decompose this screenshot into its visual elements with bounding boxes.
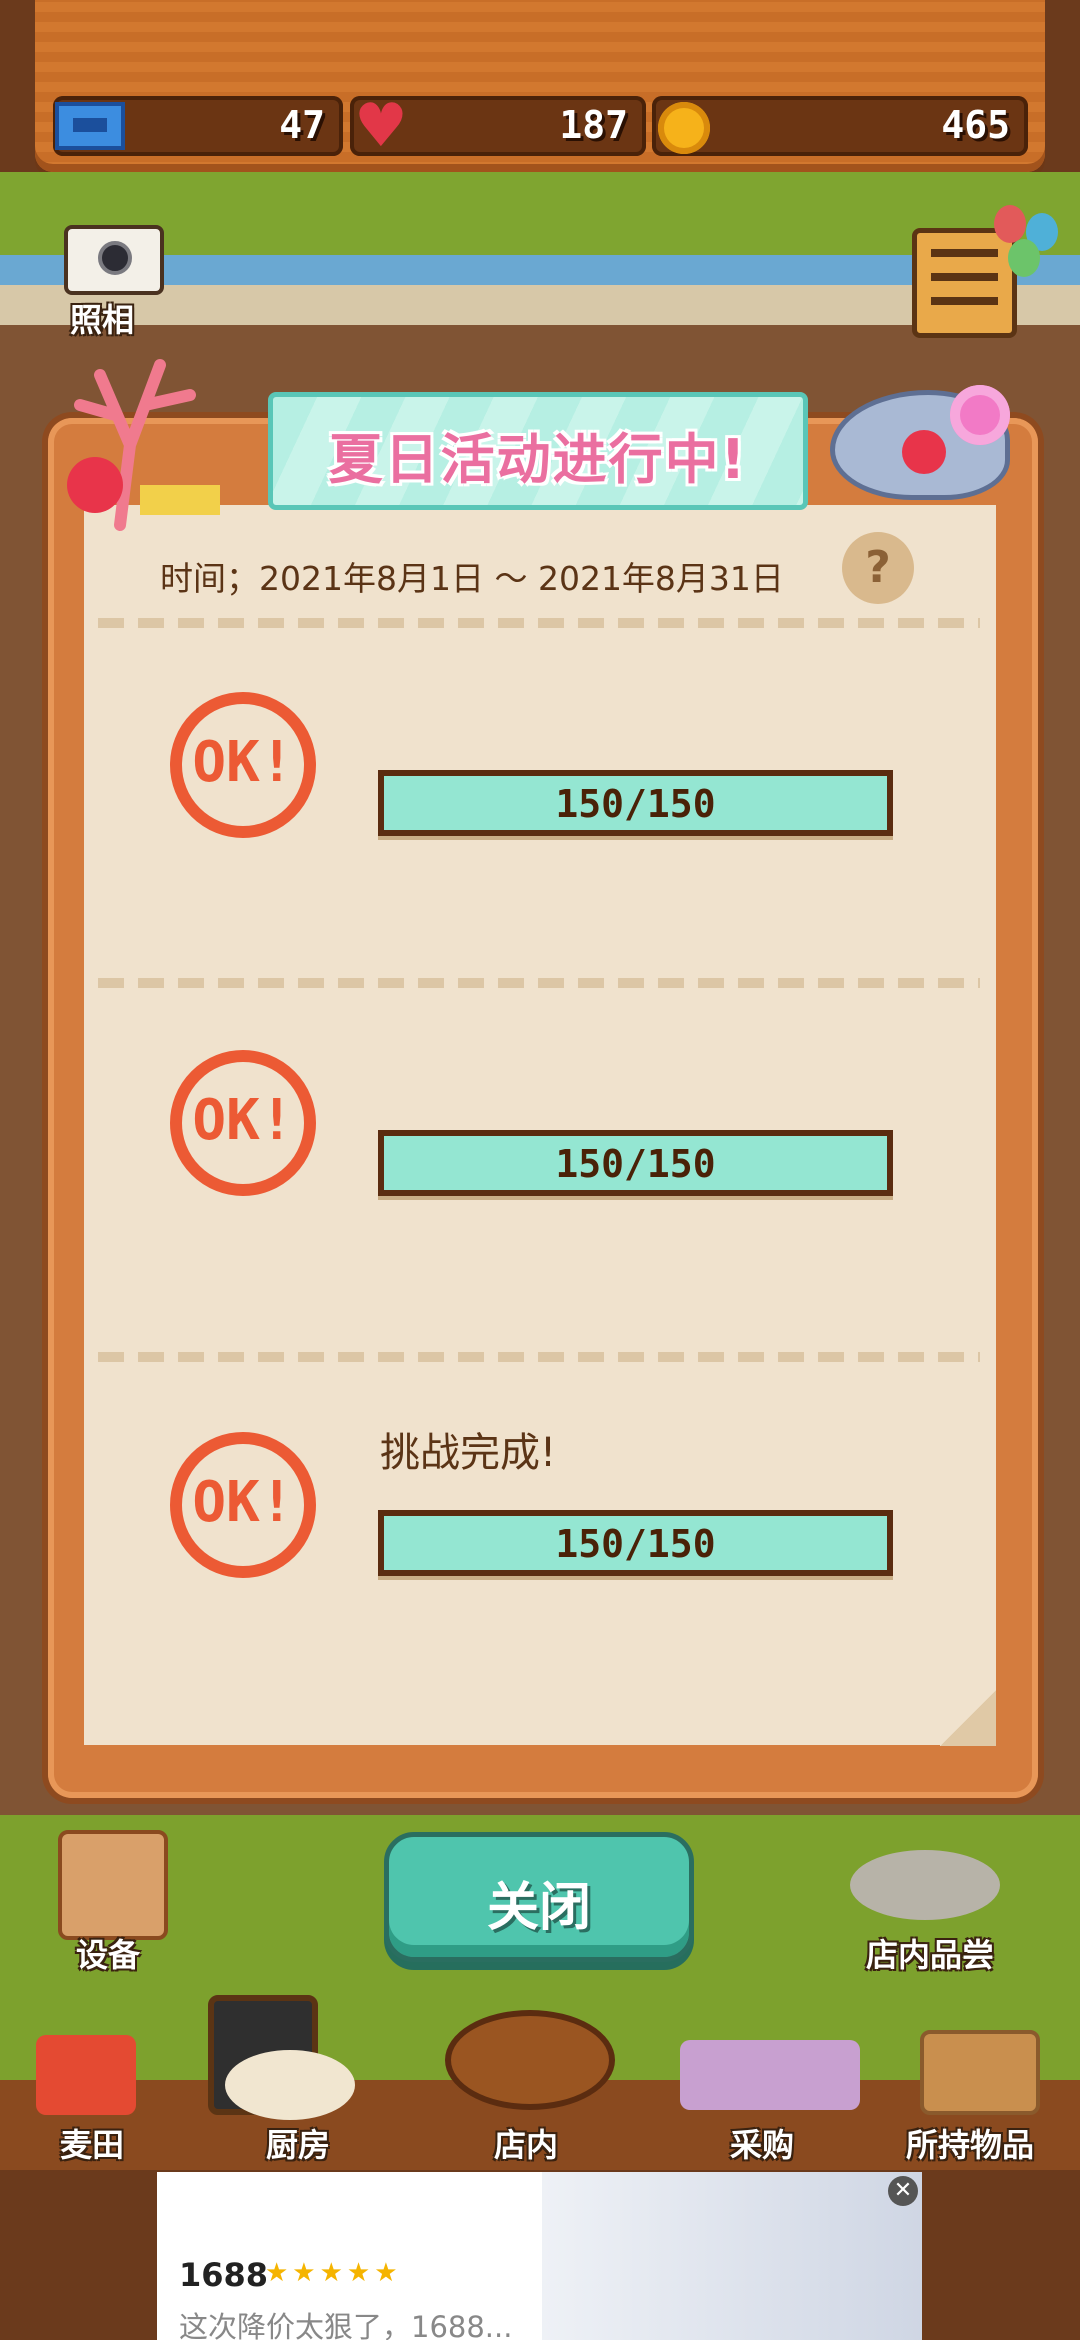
coral-decoration-icon [67, 359, 220, 531]
kitchen-label: 厨房 [266, 2126, 331, 2164]
paper-fold-corner [940, 1690, 996, 1746]
progress-text: 150/150 [555, 1522, 716, 1566]
equipment-icon[interactable] [58, 1830, 168, 1940]
ad-rating: ★★★★★ [265, 2258, 402, 2288]
ad-banner[interactable]: 1688 ★★★★★ 这次降价太狠了，1688... [157, 2172, 922, 2340]
event-title-banner: 夏日活动进行中! [268, 392, 808, 510]
coin-count: 465 [941, 103, 1010, 147]
purchase-label: 采购 [730, 2126, 795, 2164]
shop-icon[interactable] [445, 2010, 615, 2110]
challenge-progress-bar: 150/150 [378, 770, 893, 836]
close-label: 关闭 [486, 1878, 591, 1938]
flower-icon [950, 385, 1010, 445]
ticket-count: 47 [279, 103, 325, 147]
progress-text: 150/150 [555, 1142, 716, 1186]
equipment-label: 设备 [76, 1936, 141, 1974]
ok-stamp-text: OK! [192, 1470, 294, 1535]
flower-icon [902, 430, 946, 474]
ok-stamp-text: OK! [192, 730, 294, 795]
event-time: 时间；2021年8月1日 ～ 2021年8月31日 [160, 559, 784, 598]
balloons-icon [990, 205, 1070, 325]
heart-count: 187 [559, 103, 628, 147]
tasting-label: 店内品尝 [866, 1936, 995, 1974]
purchase-icon[interactable] [680, 2040, 860, 2110]
camera-icon[interactable] [64, 225, 164, 295]
ad-title: 1688 [179, 2256, 269, 2294]
ok-stamp-icon: OK! [170, 1050, 316, 1196]
shop-label: 店内 [494, 2126, 559, 2164]
ok-stamp-icon: OK! [170, 692, 316, 838]
field-icon[interactable] [36, 2035, 136, 2115]
ticket-icon [55, 102, 125, 150]
event-title: 夏日活动进行中! [328, 428, 748, 491]
close-button[interactable]: 关闭 [384, 1832, 694, 1962]
progress-text: 150/150 [555, 782, 716, 826]
heart-icon: ♥ [354, 91, 408, 161]
challenge-complete-label: 挑战完成! [380, 1430, 557, 1476]
divider [98, 978, 980, 988]
inventory-icon[interactable] [920, 2030, 1040, 2115]
challenge-progress-bar: 150/150 [378, 1510, 893, 1576]
inventory-label: 所持物品 [906, 2126, 1035, 2164]
challenge-progress-bar: 150/150 [378, 1130, 893, 1196]
tasting-icon[interactable] [850, 1850, 1000, 1920]
ad-description: 这次降价太狠了，1688... [179, 2310, 513, 2340]
field-label: 麦田 [60, 2126, 125, 2164]
ok-stamp-icon: OK! [170, 1432, 316, 1578]
kitchen-icon[interactable] [225, 2050, 355, 2120]
divider [98, 618, 980, 628]
coin-icon [658, 102, 710, 154]
divider [98, 1352, 980, 1362]
help-button[interactable]: ? [842, 532, 914, 604]
ad-image [542, 2172, 922, 2340]
ad-close-icon[interactable]: ✕ [888, 2176, 918, 2206]
ok-stamp-text: OK! [192, 1088, 294, 1153]
